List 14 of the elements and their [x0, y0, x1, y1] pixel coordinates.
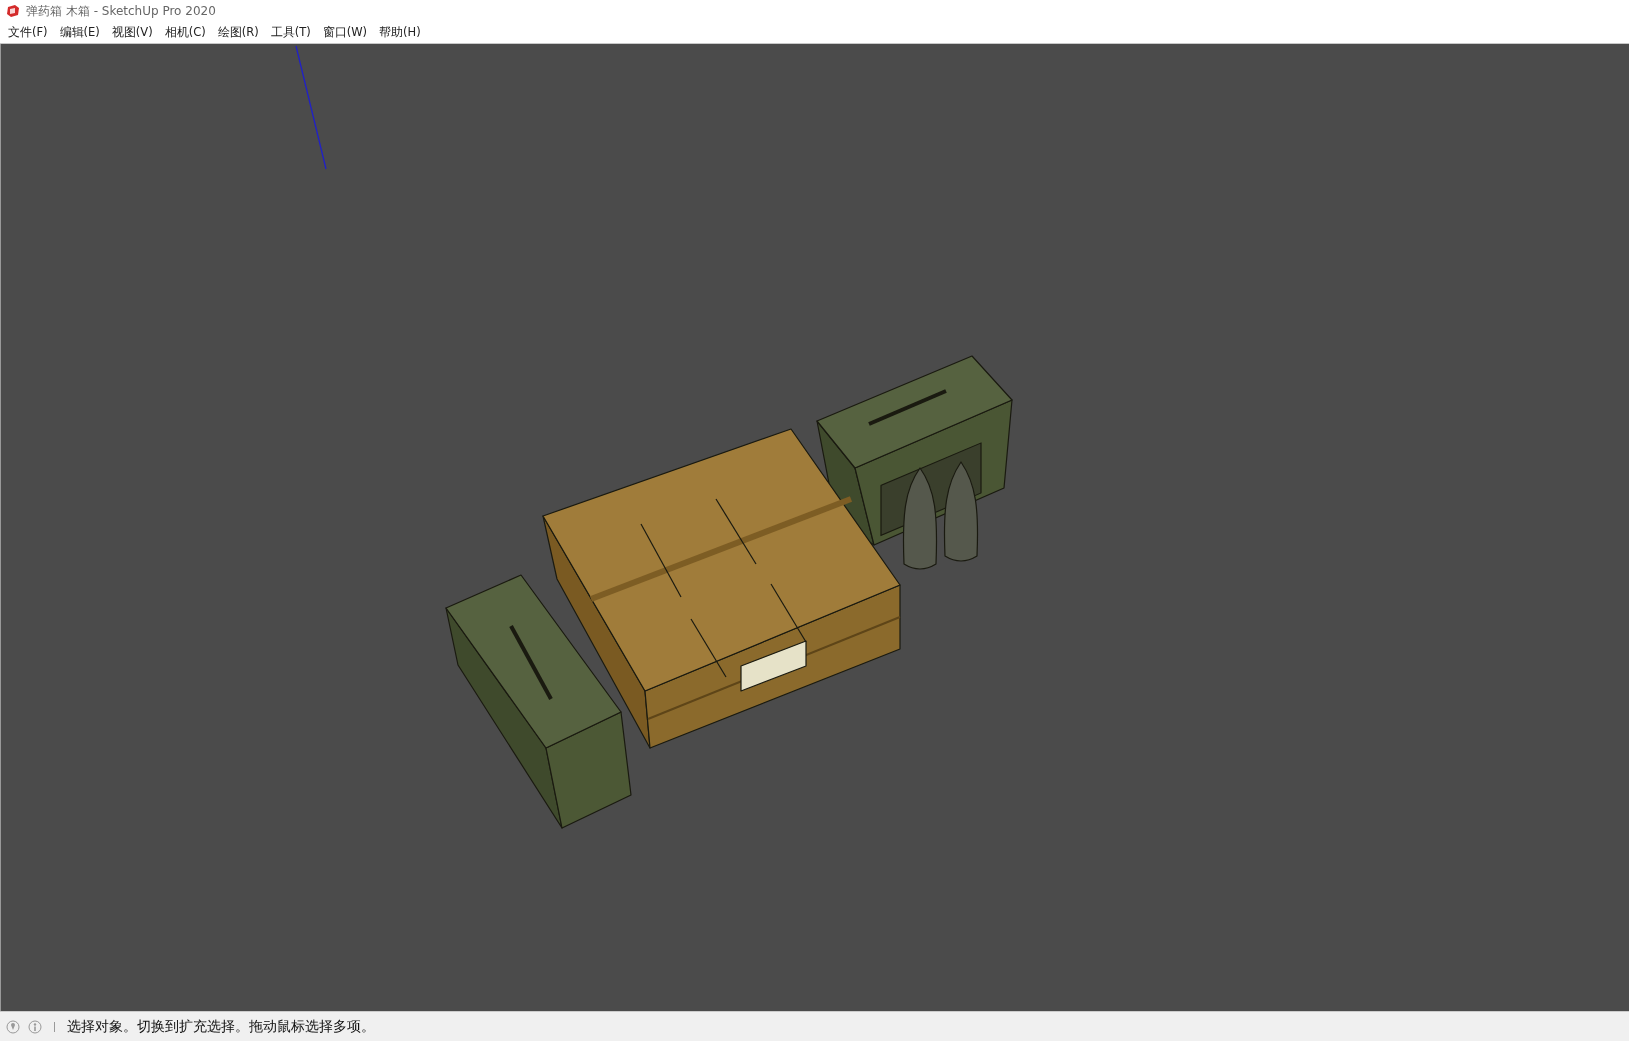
menu-item[interactable]: 绘图(R): [211, 23, 265, 42]
status-text: 选择对象。切换到扩充选择。拖动鼠标选择多项。: [67, 1017, 375, 1036]
menu-item[interactable]: 帮助(H): [373, 23, 427, 42]
viewport[interactable]: [0, 44, 1629, 1011]
geolocation-icon[interactable]: [6, 1019, 20, 1034]
window-title: 弹药箱 木箱 - SketchUp Pro 2020: [26, 2, 216, 20]
menu-item[interactable]: 工具(T): [264, 23, 317, 42]
menu-item[interactable]: 编辑(E): [53, 23, 106, 42]
info-icon[interactable]: [28, 1019, 42, 1034]
menu-item[interactable]: 窗口(W): [316, 23, 374, 42]
menu-item[interactable]: 相机(C): [158, 23, 212, 42]
app-icon: [6, 4, 20, 18]
menu-item[interactable]: 视图(V): [105, 23, 159, 42]
menu-item[interactable]: 文件(F): [2, 23, 54, 42]
